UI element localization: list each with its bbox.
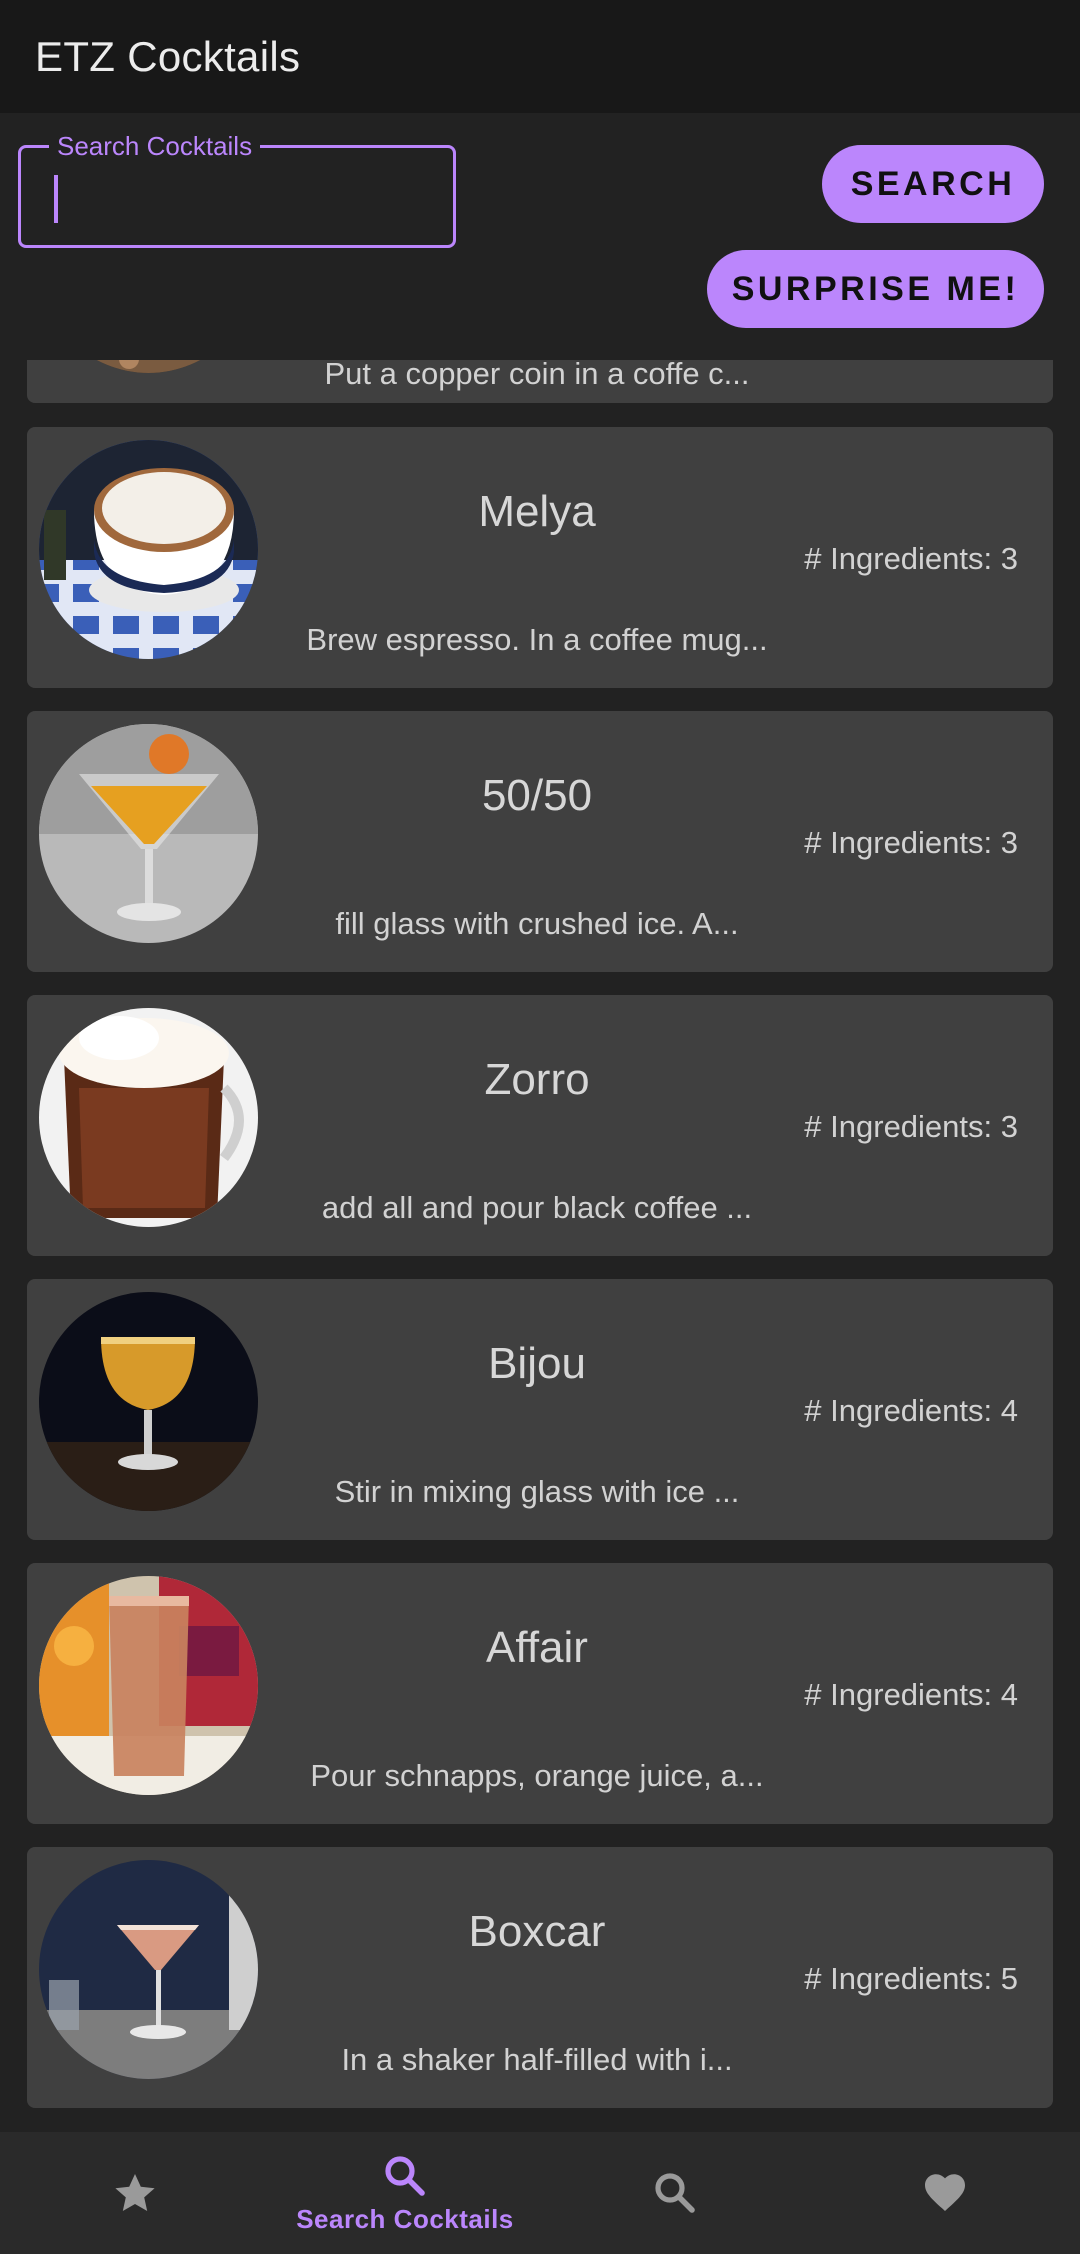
- nav-item-search[interactable]: [540, 2132, 810, 2254]
- nav-item-favorites[interactable]: [810, 2132, 1080, 2254]
- search-area: Search Cocktails SEARCH SURPRISE ME!: [0, 113, 1080, 360]
- ingredient-count: # Ingredients: 4: [804, 1677, 1018, 1712]
- app-bar: ETZ Cocktails: [0, 0, 1080, 113]
- cocktail-thumbnail: [39, 724, 258, 943]
- surprise-me-button[interactable]: SURPRISE ME!: [707, 250, 1044, 328]
- ingredient-count: # Ingredients: 4: [804, 1393, 1018, 1428]
- star-icon: [115, 2174, 155, 2211]
- search-button[interactable]: SEARCH: [822, 145, 1044, 223]
- cocktail-description: fill glass with crushed ice. A...: [335, 906, 739, 941]
- cocktail-card[interactable]: Put a copper coin in a coffe c...: [27, 360, 1053, 403]
- search-field[interactable]: Search Cocktails: [18, 131, 456, 248]
- cocktail-thumbnail: [39, 440, 258, 659]
- cocktail-description: Stir in mixing glass with ice ...: [334, 1474, 740, 1509]
- cocktail-description: Put a copper coin in a coffe c...: [324, 360, 750, 391]
- cocktail-name: Affair: [486, 1623, 588, 1672]
- app-title: ETZ Cocktails: [35, 32, 301, 80]
- text-cursor: [54, 175, 58, 223]
- cocktail-description: In a shaker half-filled with i...: [341, 2042, 733, 2077]
- ingredient-count: # Ingredients: 3: [804, 1109, 1018, 1144]
- cocktail-name: Zorro: [484, 1055, 590, 1104]
- nav-item-search-cocktails[interactable]: Search Cocktails: [270, 2132, 540, 2254]
- cocktail-card[interactable]: Affair # Ingredients: 4 Pour schnapps, o…: [27, 1563, 1053, 1824]
- cocktail-card[interactable]: 50/50 # Ingredients: 3 fill glass with c…: [27, 711, 1053, 972]
- cocktail-card[interactable]: Melya # Ingredients: 3 Brew espresso. In…: [27, 427, 1053, 688]
- cocktail-name: Boxcar: [468, 1907, 606, 1956]
- search-field-label: Search Cocktails: [49, 131, 261, 161]
- search-icon: [385, 2155, 425, 2196]
- cocktail-thumbnail: [39, 1576, 258, 1795]
- nav-item-featured[interactable]: [0, 2132, 270, 2254]
- cocktail-list[interactable]: Put a copper coin in a coffe c... Melya …: [0, 360, 1080, 2132]
- cocktail-description: Pour schnapps, orange juice, a...: [310, 1758, 764, 1793]
- cocktail-name: Bijou: [488, 1339, 586, 1388]
- cocktail-thumbnail: [39, 1008, 258, 1227]
- cocktail-thumbnail: [39, 1292, 258, 1511]
- cocktail-thumbnail: [39, 1860, 258, 2079]
- cocktail-name: 50/50: [481, 771, 593, 820]
- search-input[interactable]: [61, 168, 441, 228]
- cocktail-card[interactable]: Zorro # Ingredients: 3 add all and pour …: [27, 995, 1053, 1256]
- bottom-navigation: Search Cocktails: [0, 2132, 1080, 2254]
- cocktail-name: Melya: [478, 487, 596, 536]
- heart-icon: [925, 2174, 965, 2211]
- cocktail-card[interactable]: Boxcar # Ingredients: 5 In a shaker half…: [27, 1847, 1053, 2108]
- nav-label: Search Cocktails: [296, 2203, 514, 2234]
- cocktail-description: add all and pour black coffee ...: [321, 1190, 753, 1225]
- cocktail-thumbnail: [39, 360, 258, 373]
- ingredient-count: # Ingredients: 3: [804, 825, 1018, 860]
- cocktail-card[interactable]: Bijou # Ingredients: 4 Stir in mixing gl…: [27, 1279, 1053, 1540]
- cocktail-description: Brew espresso. In a coffee mug...: [306, 622, 768, 657]
- ingredient-count: # Ingredients: 5: [804, 1961, 1018, 1996]
- ingredient-count: # Ingredients: 3: [804, 541, 1018, 576]
- search-icon: [655, 2173, 695, 2213]
